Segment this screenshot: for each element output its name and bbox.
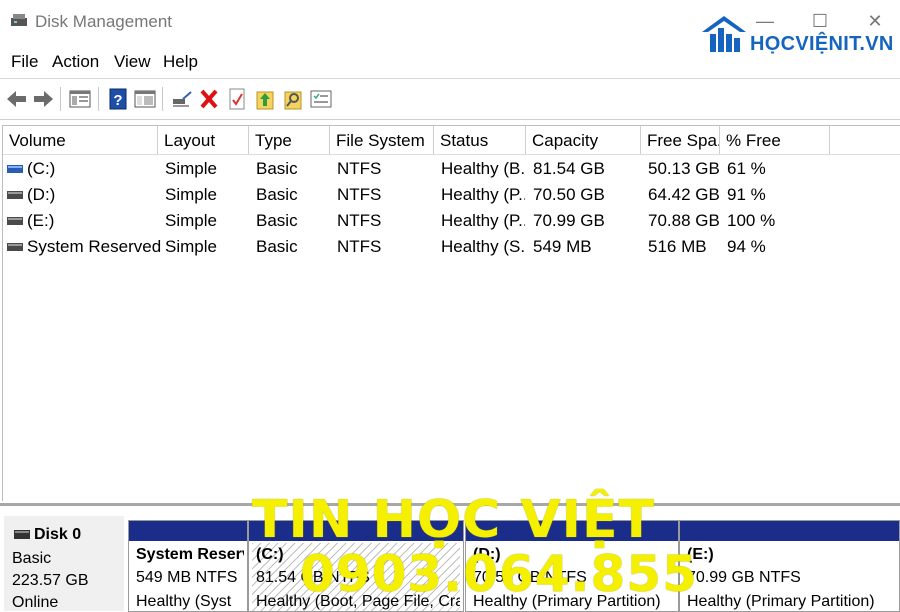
menu-action[interactable]: Action xyxy=(52,52,99,72)
partition-e[interactable]: (E:) 70.99 GB NTFS Healthy (Primary Part… xyxy=(679,520,900,612)
toolbar-separator xyxy=(162,87,163,111)
column-header-layout[interactable]: Layout xyxy=(158,126,249,154)
disk-state: Online xyxy=(12,594,59,611)
console-tree-icon[interactable] xyxy=(67,86,93,112)
close-button[interactable]: ✕ xyxy=(860,8,890,34)
column-header-volume[interactable]: Volume xyxy=(3,126,158,154)
partition-status: Healthy (Primary Partition) xyxy=(687,593,875,610)
disk-icon xyxy=(14,530,30,539)
cell-free-space: 516 MB xyxy=(648,237,707,256)
partition-body: (E:) 70.99 GB NTFS Healthy (Primary Part… xyxy=(683,543,896,611)
partition-status: Healthy (Syst xyxy=(136,593,232,610)
cell-percent-free: 91 % xyxy=(727,185,766,204)
cell-status: Healthy (P... xyxy=(441,211,525,230)
table-row[interactable]: (E:) Simple Basic NTFS Healthy (P... 70.… xyxy=(3,208,900,234)
disk-name: Disk 0 xyxy=(34,526,82,543)
minimize-button[interactable]: — xyxy=(750,8,780,34)
cell-layout: Simple xyxy=(165,159,217,178)
disk-size: 223.57 GB xyxy=(12,572,89,589)
cell-percent-free: 61 % xyxy=(727,159,766,178)
menu-file[interactable]: File xyxy=(11,52,38,72)
menu-view[interactable]: View xyxy=(114,52,151,72)
watermark-brand: TIN HỌC VIỆT xyxy=(252,490,656,550)
column-header-type[interactable]: Type xyxy=(249,126,330,154)
properties-icon[interactable] xyxy=(132,86,158,112)
column-header-capacity[interactable]: Capacity xyxy=(526,126,641,154)
cell-capacity: 70.50 GB xyxy=(533,185,605,204)
partition-title: System Reserve xyxy=(136,546,244,563)
partition-system-reserved[interactable]: System Reserve 549 MB NTFS Healthy (Syst xyxy=(128,520,248,612)
cell-file-system: NTFS xyxy=(337,159,382,178)
partition-body: System Reserve 549 MB NTFS Healthy (Syst xyxy=(132,543,244,611)
toolbar-separator xyxy=(60,87,61,111)
cell-volume: (C:) xyxy=(27,159,56,178)
menu-bar: File Action View Help xyxy=(0,44,900,79)
cell-volume: System Reserved xyxy=(27,237,162,256)
cell-volume: (D:) xyxy=(27,185,56,204)
volume-icon xyxy=(7,217,23,225)
column-header-file-system[interactable]: File System xyxy=(330,126,434,154)
title-bar: Disk Management HỌCVIỆNIT.VN — ☐ ✕ xyxy=(0,0,900,55)
volume-icon xyxy=(7,191,23,199)
column-header-row: Volume Layout Type File System Status Ca… xyxy=(3,126,900,155)
cell-type: Basic xyxy=(256,211,298,230)
cell-free-space: 64.42 GB xyxy=(648,185,720,204)
watermark-phone: 0903.064.855 xyxy=(300,545,698,603)
volume-list[interactable]: Volume Layout Type File System Status Ca… xyxy=(2,125,900,501)
svg-text:?: ? xyxy=(113,92,122,109)
maximize-button[interactable]: ☐ xyxy=(805,8,835,34)
cell-status: Healthy (P... xyxy=(441,185,525,204)
column-header-percent-free[interactable]: % Free xyxy=(720,126,830,154)
cell-type: Basic xyxy=(256,185,298,204)
partition-size: 70.99 GB NTFS xyxy=(687,569,801,586)
back-arrow-icon[interactable] xyxy=(4,86,30,112)
cell-type: Basic xyxy=(256,159,298,178)
window-title: Disk Management xyxy=(35,12,173,31)
connect-icon[interactable] xyxy=(169,86,195,112)
cell-layout: Simple xyxy=(165,185,217,204)
cell-status: Healthy (B... xyxy=(441,159,525,178)
system-volume-icon xyxy=(7,165,23,173)
volume-icon xyxy=(7,243,23,251)
column-header-free-space[interactable]: Free Spa... xyxy=(641,126,720,154)
partition-bar xyxy=(129,521,247,541)
cell-free-space: 70.88 GB xyxy=(648,211,720,230)
cell-status: Healthy (S... xyxy=(441,237,525,256)
up-folder-icon[interactable] xyxy=(252,86,278,112)
forward-arrow-icon[interactable] xyxy=(30,86,56,112)
cell-capacity: 549 MB xyxy=(533,237,592,256)
partition-size: 549 MB NTFS xyxy=(136,569,238,586)
cell-percent-free: 94 % xyxy=(727,237,766,256)
toolbar: ? xyxy=(0,79,900,120)
disk-kind: Basic xyxy=(12,550,52,567)
cell-layout: Simple xyxy=(165,211,217,230)
delete-icon[interactable] xyxy=(196,86,222,112)
list-icon[interactable] xyxy=(308,86,334,112)
table-row[interactable]: (D:) Simple Basic NTFS Healthy (P... 70.… xyxy=(3,182,900,208)
cell-free-space: 50.13 GB xyxy=(648,159,720,178)
partition-bar xyxy=(680,521,899,541)
check-icon[interactable] xyxy=(224,86,250,112)
open-folder-icon[interactable] xyxy=(280,86,306,112)
menu-help[interactable]: Help xyxy=(163,52,198,72)
table-row[interactable]: (C:) Simple Basic NTFS Healthy (B... 81.… xyxy=(3,156,900,182)
disk-management-app-icon xyxy=(11,14,27,26)
cell-file-system: NTFS xyxy=(337,211,382,230)
help-icon[interactable]: ? xyxy=(105,86,131,112)
disk-0-label[interactable]: Disk 0 Basic 223.57 GB Online xyxy=(4,516,124,611)
cell-capacity: 70.99 GB xyxy=(533,211,605,230)
toolbar-separator xyxy=(98,87,99,111)
cell-capacity: 81.54 GB xyxy=(533,159,605,178)
cell-percent-free: 100 % xyxy=(727,211,776,230)
table-row[interactable]: System Reserved Simple Basic NTFS Health… xyxy=(3,234,900,260)
cell-layout: Simple xyxy=(165,237,217,256)
cell-file-system: NTFS xyxy=(337,185,382,204)
column-header-status[interactable]: Status xyxy=(434,126,526,154)
cell-type: Basic xyxy=(256,237,298,256)
cell-file-system: NTFS xyxy=(337,237,382,256)
cell-volume: (E:) xyxy=(27,211,55,230)
